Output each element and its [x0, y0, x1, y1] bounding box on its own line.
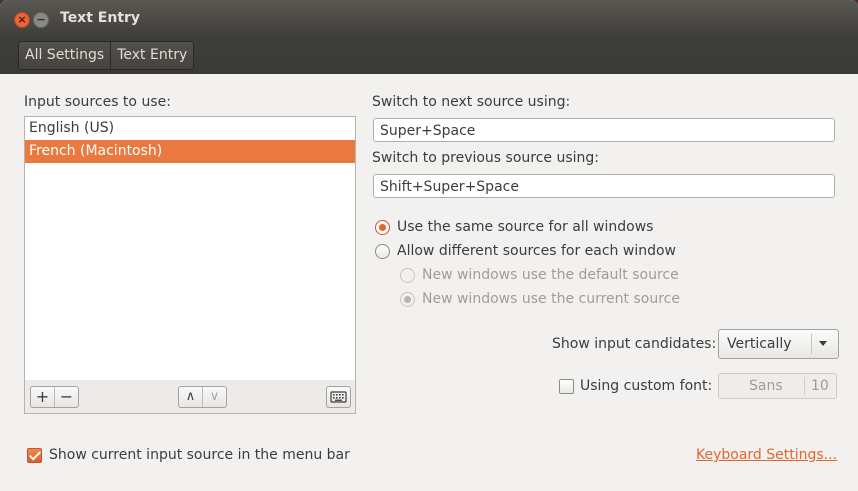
switch-next-label: Switch to next source using:	[372, 94, 571, 110]
minimize-window-button[interactable]: −	[33, 12, 49, 28]
list-item[interactable]: French (Macintosh)	[25, 140, 355, 163]
custom-font-label[interactable]: Using custom font:	[580, 378, 712, 394]
breadcrumb-all-settings[interactable]: All Settings	[19, 42, 110, 69]
default-source-radio[interactable]	[400, 268, 415, 283]
font-name: Sans	[749, 378, 783, 394]
custom-font-checkbox[interactable]	[559, 379, 574, 394]
keyboard-settings-link[interactable]: Keyboard Settings...	[696, 447, 837, 463]
move-up-button[interactable]: ∧	[179, 387, 202, 407]
keyboard-icon	[330, 391, 347, 403]
current-source-label: New windows use the current source	[422, 291, 680, 307]
same-source-radio[interactable]	[375, 220, 390, 235]
close-window-button[interactable]: ×	[14, 12, 30, 28]
add-source-button[interactable]: +	[31, 387, 54, 407]
same-source-label[interactable]: Use the same source for all windows	[397, 219, 653, 235]
show-in-menu-bar-label[interactable]: Show current input source in the menu ba…	[49, 447, 350, 463]
window-title: Text Entry	[60, 10, 141, 26]
font-chooser-button[interactable]: Sans 10	[718, 373, 837, 399]
move-down-button[interactable]: ∨	[202, 387, 226, 407]
chevron-down-icon	[819, 341, 827, 346]
list-item[interactable]: English (US)	[25, 117, 355, 140]
font-size: 10	[811, 378, 829, 394]
switch-next-shortcut-field[interactable]: Super+Space	[373, 118, 835, 142]
keyboard-layout-button[interactable]	[327, 387, 350, 407]
remove-source-button[interactable]: −	[54, 387, 78, 407]
title-bar: × − Text Entry	[0, 0, 858, 37]
font-separator	[804, 377, 805, 395]
switch-prev-label: Switch to previous source using:	[372, 150, 600, 166]
default-source-label: New windows use the default source	[422, 267, 679, 283]
toolbar: All Settings Text Entry	[0, 37, 858, 74]
input-sources-label: Input sources to use:	[24, 94, 171, 110]
reorder-group: ∧ ∨	[178, 386, 227, 408]
switch-prev-shortcut-field[interactable]: Shift+Super+Space	[373, 174, 835, 198]
current-source-radio[interactable]	[400, 292, 415, 307]
input-candidates-label: Show input candidates:	[552, 336, 717, 352]
keyboard-layout-group	[326, 386, 351, 408]
breadcrumb-text-entry[interactable]: Text Entry	[110, 42, 193, 69]
different-sources-radio[interactable]	[375, 244, 390, 259]
input-candidates-dropdown[interactable]: Vertically	[718, 329, 839, 359]
add-remove-group: + −	[30, 386, 79, 408]
list-toolbar: + − ∧ ∨	[24, 380, 356, 414]
dropdown-separator	[811, 334, 812, 354]
input-sources-list[interactable]: English (US) French (Macintosh)	[24, 116, 356, 381]
input-candidates-value: Vertically	[727, 336, 792, 352]
content-area: Input sources to use: English (US) Frenc…	[0, 74, 858, 491]
different-sources-label[interactable]: Allow different sources for each window	[397, 243, 676, 259]
show-in-menu-bar-checkbox[interactable]	[27, 448, 42, 463]
settings-window: × − Text Entry All Settings Text Entry I…	[0, 0, 858, 491]
breadcrumb: All Settings Text Entry	[18, 41, 195, 70]
